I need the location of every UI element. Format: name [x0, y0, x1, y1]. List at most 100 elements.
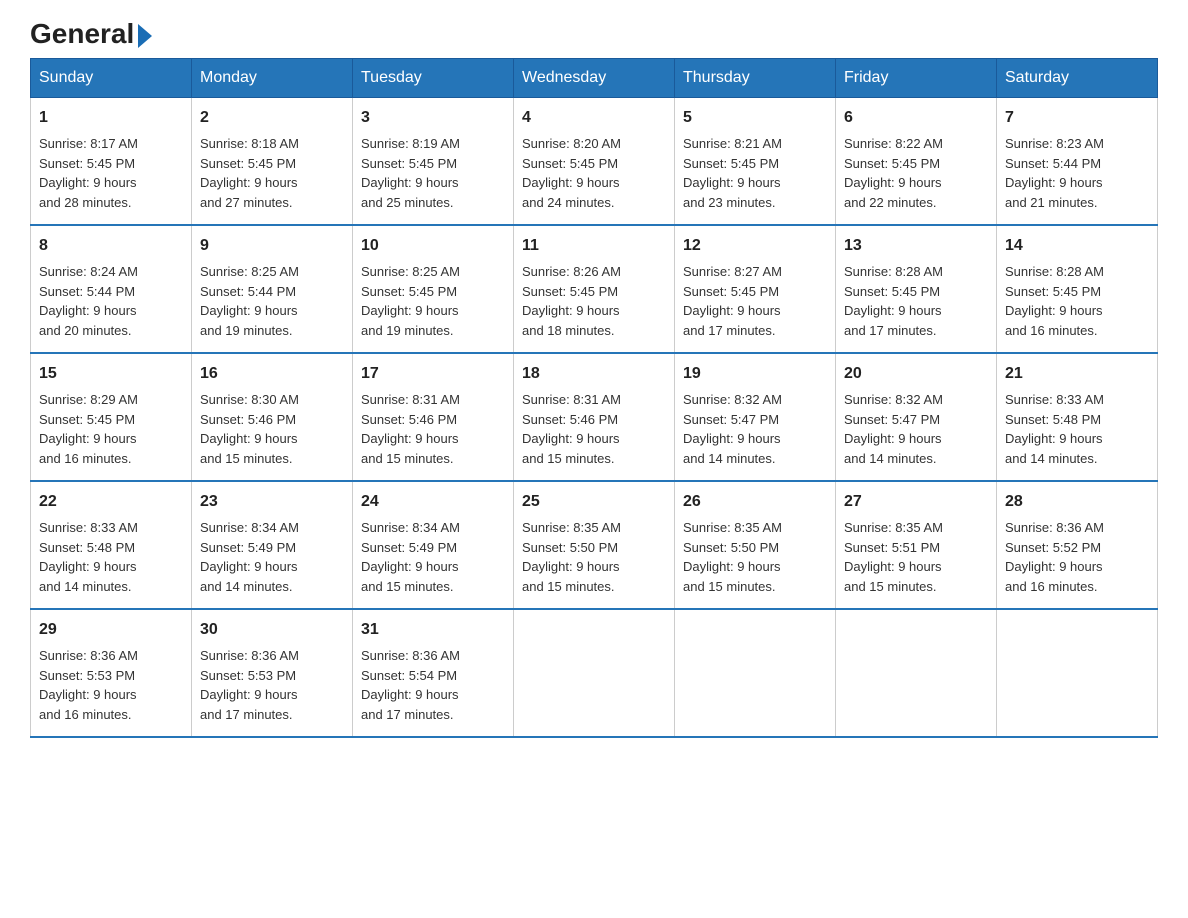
day-info: Sunrise: 8:34 AM Sunset: 5:49 PM Dayligh…	[361, 520, 460, 594]
day-info: Sunrise: 8:28 AM Sunset: 5:45 PM Dayligh…	[1005, 264, 1104, 338]
calendar-table: SundayMondayTuesdayWednesdayThursdayFrid…	[30, 58, 1158, 738]
calendar-cell: 23 Sunrise: 8:34 AM Sunset: 5:49 PM Dayl…	[192, 481, 353, 609]
day-number: 3	[361, 106, 505, 130]
calendar-cell: 29 Sunrise: 8:36 AM Sunset: 5:53 PM Dayl…	[31, 609, 192, 737]
day-info: Sunrise: 8:36 AM Sunset: 5:53 PM Dayligh…	[200, 648, 299, 722]
calendar-cell: 19 Sunrise: 8:32 AM Sunset: 5:47 PM Dayl…	[675, 353, 836, 481]
calendar-cell: 12 Sunrise: 8:27 AM Sunset: 5:45 PM Dayl…	[675, 225, 836, 353]
day-info: Sunrise: 8:32 AM Sunset: 5:47 PM Dayligh…	[844, 392, 943, 466]
day-info: Sunrise: 8:28 AM Sunset: 5:45 PM Dayligh…	[844, 264, 943, 338]
calendar-cell	[675, 609, 836, 737]
day-number: 6	[844, 106, 988, 130]
day-number: 19	[683, 362, 827, 386]
weekday-row: SundayMondayTuesdayWednesdayThursdayFrid…	[31, 59, 1158, 98]
calendar-cell: 31 Sunrise: 8:36 AM Sunset: 5:54 PM Dayl…	[353, 609, 514, 737]
day-number: 27	[844, 490, 988, 514]
calendar-cell: 3 Sunrise: 8:19 AM Sunset: 5:45 PM Dayli…	[353, 98, 514, 226]
day-info: Sunrise: 8:33 AM Sunset: 5:48 PM Dayligh…	[1005, 392, 1104, 466]
day-number: 30	[200, 618, 344, 642]
calendar-cell: 4 Sunrise: 8:20 AM Sunset: 5:45 PM Dayli…	[514, 98, 675, 226]
day-info: Sunrise: 8:35 AM Sunset: 5:50 PM Dayligh…	[683, 520, 782, 594]
calendar-cell: 14 Sunrise: 8:28 AM Sunset: 5:45 PM Dayl…	[997, 225, 1158, 353]
day-info: Sunrise: 8:32 AM Sunset: 5:47 PM Dayligh…	[683, 392, 782, 466]
day-info: Sunrise: 8:29 AM Sunset: 5:45 PM Dayligh…	[39, 392, 138, 466]
day-info: Sunrise: 8:25 AM Sunset: 5:44 PM Dayligh…	[200, 264, 299, 338]
day-number: 26	[683, 490, 827, 514]
day-info: Sunrise: 8:17 AM Sunset: 5:45 PM Dayligh…	[39, 136, 138, 210]
day-info: Sunrise: 8:36 AM Sunset: 5:53 PM Dayligh…	[39, 648, 138, 722]
calendar-cell	[997, 609, 1158, 737]
day-number: 21	[1005, 362, 1149, 386]
calendar-cell: 26 Sunrise: 8:35 AM Sunset: 5:50 PM Dayl…	[675, 481, 836, 609]
logo-text-line1: General	[30, 20, 152, 48]
logo: General	[30, 20, 152, 48]
calendar-cell: 21 Sunrise: 8:33 AM Sunset: 5:48 PM Dayl…	[997, 353, 1158, 481]
day-number: 12	[683, 234, 827, 258]
day-info: Sunrise: 8:25 AM Sunset: 5:45 PM Dayligh…	[361, 264, 460, 338]
calendar-cell: 2 Sunrise: 8:18 AM Sunset: 5:45 PM Dayli…	[192, 98, 353, 226]
calendar-week-3: 15 Sunrise: 8:29 AM Sunset: 5:45 PM Dayl…	[31, 353, 1158, 481]
day-info: Sunrise: 8:18 AM Sunset: 5:45 PM Dayligh…	[200, 136, 299, 210]
calendar-cell: 10 Sunrise: 8:25 AM Sunset: 5:45 PM Dayl…	[353, 225, 514, 353]
calendar-cell: 15 Sunrise: 8:29 AM Sunset: 5:45 PM Dayl…	[31, 353, 192, 481]
weekday-header-tuesday: Tuesday	[353, 59, 514, 98]
calendar-cell: 24 Sunrise: 8:34 AM Sunset: 5:49 PM Dayl…	[353, 481, 514, 609]
weekday-header-monday: Monday	[192, 59, 353, 98]
calendar-cell: 22 Sunrise: 8:33 AM Sunset: 5:48 PM Dayl…	[31, 481, 192, 609]
calendar-week-2: 8 Sunrise: 8:24 AM Sunset: 5:44 PM Dayli…	[31, 225, 1158, 353]
day-info: Sunrise: 8:36 AM Sunset: 5:52 PM Dayligh…	[1005, 520, 1104, 594]
day-info: Sunrise: 8:30 AM Sunset: 5:46 PM Dayligh…	[200, 392, 299, 466]
calendar-cell: 9 Sunrise: 8:25 AM Sunset: 5:44 PM Dayli…	[192, 225, 353, 353]
calendar-cell: 18 Sunrise: 8:31 AM Sunset: 5:46 PM Dayl…	[514, 353, 675, 481]
day-number: 11	[522, 234, 666, 258]
calendar-body: 1 Sunrise: 8:17 AM Sunset: 5:45 PM Dayli…	[31, 98, 1158, 738]
day-info: Sunrise: 8:19 AM Sunset: 5:45 PM Dayligh…	[361, 136, 460, 210]
day-number: 22	[39, 490, 183, 514]
day-info: Sunrise: 8:31 AM Sunset: 5:46 PM Dayligh…	[522, 392, 621, 466]
calendar-cell: 1 Sunrise: 8:17 AM Sunset: 5:45 PM Dayli…	[31, 98, 192, 226]
day-info: Sunrise: 8:33 AM Sunset: 5:48 PM Dayligh…	[39, 520, 138, 594]
day-number: 28	[1005, 490, 1149, 514]
calendar-cell: 25 Sunrise: 8:35 AM Sunset: 5:50 PM Dayl…	[514, 481, 675, 609]
day-number: 13	[844, 234, 988, 258]
page-header: General	[30, 20, 1158, 48]
day-number: 25	[522, 490, 666, 514]
day-info: Sunrise: 8:35 AM Sunset: 5:51 PM Dayligh…	[844, 520, 943, 594]
day-number: 2	[200, 106, 344, 130]
day-number: 18	[522, 362, 666, 386]
calendar-cell: 28 Sunrise: 8:36 AM Sunset: 5:52 PM Dayl…	[997, 481, 1158, 609]
day-info: Sunrise: 8:26 AM Sunset: 5:45 PM Dayligh…	[522, 264, 621, 338]
weekday-header-thursday: Thursday	[675, 59, 836, 98]
day-number: 29	[39, 618, 183, 642]
day-info: Sunrise: 8:31 AM Sunset: 5:46 PM Dayligh…	[361, 392, 460, 466]
day-info: Sunrise: 8:35 AM Sunset: 5:50 PM Dayligh…	[522, 520, 621, 594]
weekday-header-sunday: Sunday	[31, 59, 192, 98]
calendar-header: SundayMondayTuesdayWednesdayThursdayFrid…	[31, 59, 1158, 98]
day-number: 23	[200, 490, 344, 514]
day-number: 31	[361, 618, 505, 642]
calendar-cell: 20 Sunrise: 8:32 AM Sunset: 5:47 PM Dayl…	[836, 353, 997, 481]
day-number: 20	[844, 362, 988, 386]
day-info: Sunrise: 8:24 AM Sunset: 5:44 PM Dayligh…	[39, 264, 138, 338]
calendar-cell: 13 Sunrise: 8:28 AM Sunset: 5:45 PM Dayl…	[836, 225, 997, 353]
calendar-week-1: 1 Sunrise: 8:17 AM Sunset: 5:45 PM Dayli…	[31, 98, 1158, 226]
calendar-cell	[514, 609, 675, 737]
day-number: 10	[361, 234, 505, 258]
weekday-header-wednesday: Wednesday	[514, 59, 675, 98]
calendar-cell: 8 Sunrise: 8:24 AM Sunset: 5:44 PM Dayli…	[31, 225, 192, 353]
day-info: Sunrise: 8:20 AM Sunset: 5:45 PM Dayligh…	[522, 136, 621, 210]
calendar-cell: 17 Sunrise: 8:31 AM Sunset: 5:46 PM Dayl…	[353, 353, 514, 481]
day-info: Sunrise: 8:34 AM Sunset: 5:49 PM Dayligh…	[200, 520, 299, 594]
day-number: 5	[683, 106, 827, 130]
calendar-week-4: 22 Sunrise: 8:33 AM Sunset: 5:48 PM Dayl…	[31, 481, 1158, 609]
day-number: 8	[39, 234, 183, 258]
day-info: Sunrise: 8:21 AM Sunset: 5:45 PM Dayligh…	[683, 136, 782, 210]
calendar-cell: 7 Sunrise: 8:23 AM Sunset: 5:44 PM Dayli…	[997, 98, 1158, 226]
weekday-header-saturday: Saturday	[997, 59, 1158, 98]
day-info: Sunrise: 8:23 AM Sunset: 5:44 PM Dayligh…	[1005, 136, 1104, 210]
day-info: Sunrise: 8:36 AM Sunset: 5:54 PM Dayligh…	[361, 648, 460, 722]
weekday-header-friday: Friday	[836, 59, 997, 98]
day-number: 24	[361, 490, 505, 514]
calendar-cell: 30 Sunrise: 8:36 AM Sunset: 5:53 PM Dayl…	[192, 609, 353, 737]
day-number: 17	[361, 362, 505, 386]
